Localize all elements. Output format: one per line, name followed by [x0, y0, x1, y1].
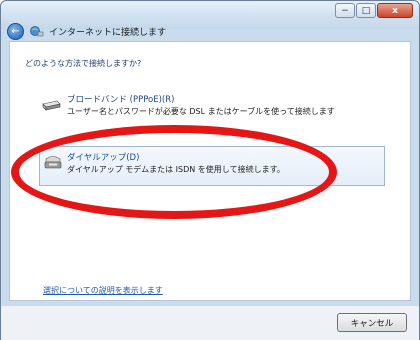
window-title: インターネットに接続します: [49, 28, 167, 38]
close-button[interactable]: x: [377, 3, 413, 18]
minimize-button[interactable]: −: [335, 3, 355, 18]
option-broadband-title[interactable]: ブロードバンド (PPPoE)(R): [67, 93, 174, 105]
window-controls: − □ x: [334, 3, 413, 18]
network-globe-icon: [30, 26, 44, 37]
help-link[interactable]: 選択についての説明を表示します: [43, 285, 163, 296]
annotation-ellipse: [11, 125, 337, 219]
cancel-button[interactable]: キャンセル: [337, 313, 407, 332]
wizard-window: − □ x ← インターネットに接続します どのような方法で接続しますか? ブロ…: [0, 0, 420, 340]
maximize-button[interactable]: □: [356, 3, 376, 18]
broadband-modem-icon: [42, 100, 61, 111]
page-question: どのような方法で接続しますか?: [25, 59, 142, 68]
option-broadband-description: ユーザー名とパスワードが必要な DSL またはケーブルを使って接続します: [67, 107, 335, 116]
back-arrow-icon[interactable]: ←: [7, 23, 24, 40]
